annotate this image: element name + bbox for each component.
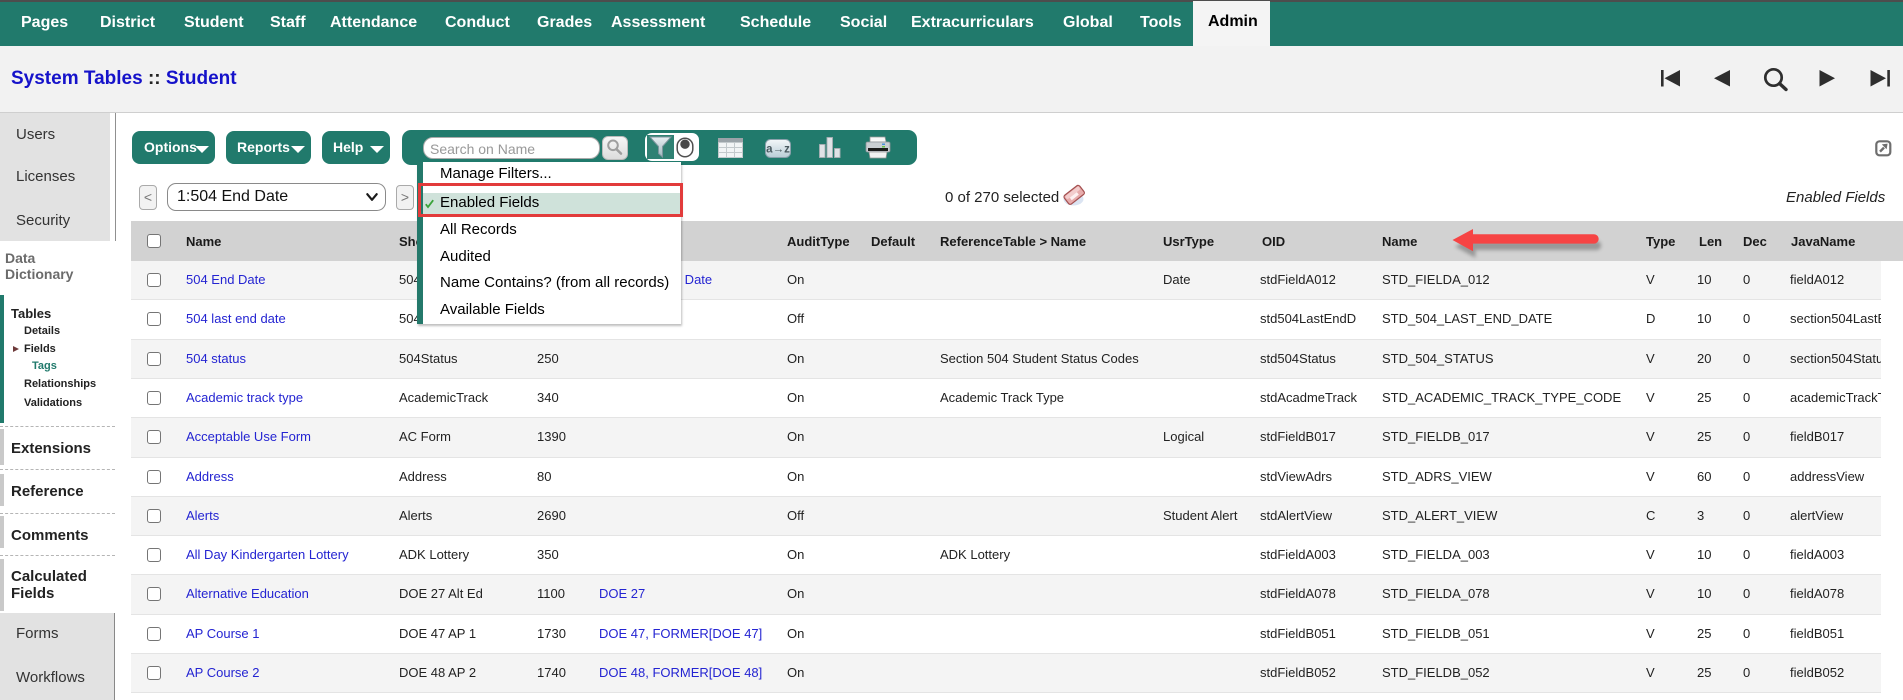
svg-text:a→z: a→z <box>766 144 790 156</box>
